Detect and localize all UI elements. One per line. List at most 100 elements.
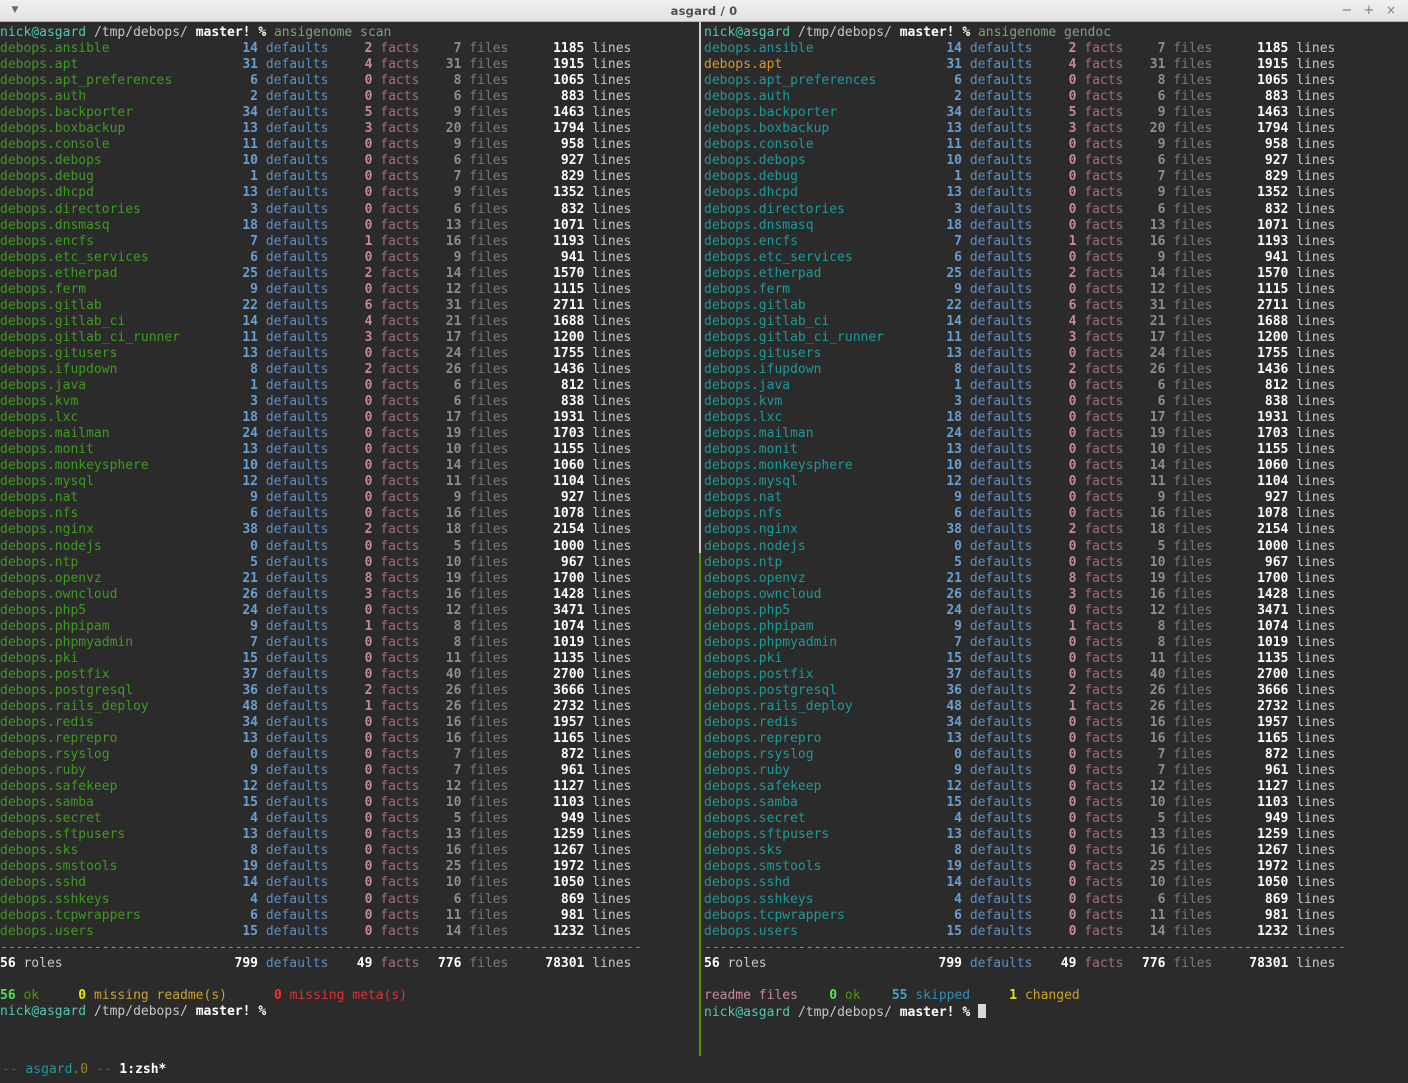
role-row[interactable]: debops.owncloud 26 defaults 3 facts 16 fi… <box>0 587 699 603</box>
role-row[interactable]: debops.apt_preferences 6 defaults 0 facts… <box>704 73 1403 89</box>
role-row[interactable]: debops.secret 4 defaults 0 facts 5 files … <box>704 811 1403 827</box>
role-row[interactable]: debops.rsyslog 0 defaults 0 facts 7 files… <box>704 747 1403 763</box>
role-row[interactable]: debops.etc_services 6 defaults 0 facts 9 … <box>704 250 1403 266</box>
role-row[interactable]: debops.etc_services 6 defaults 0 facts 9 … <box>0 250 699 266</box>
role-row[interactable]: debops.rails_deploy 48 defaults 1 facts 2… <box>704 699 1403 715</box>
role-row[interactable]: debops.sftpusers 13 defaults 0 facts 13 f… <box>0 827 699 843</box>
maximize-button[interactable]: + <box>1358 0 1380 21</box>
role-row[interactable]: debops.rsyslog 0 defaults 0 facts 7 files… <box>0 747 699 763</box>
role-row[interactable]: debops.rails_deploy 48 defaults 1 facts 2… <box>0 699 699 715</box>
close-button[interactable]: × <box>1380 0 1402 21</box>
role-row[interactable]: debops.encfs 7 defaults 1 facts 16 files … <box>0 234 699 250</box>
role-row[interactable]: debops.nginx 38 defaults 2 facts 18 files… <box>0 522 699 538</box>
role-row[interactable]: debops.dhcpd 13 defaults 0 facts 9 files … <box>0 185 699 201</box>
role-row[interactable]: debops.postgresql 36 defaults 2 facts 26 … <box>0 683 699 699</box>
role-row[interactable]: debops.users 15 defaults 0 facts 14 files… <box>0 924 699 940</box>
role-row[interactable]: debops.users 15 defaults 0 facts 14 files… <box>704 924 1403 940</box>
status-window-1[interactable]: 1:zsh* <box>119 1062 166 1077</box>
role-row[interactable]: debops.tcpwrappers 6 defaults 0 facts 11 … <box>0 908 699 924</box>
role-row[interactable]: debops.openvz 21 defaults 8 facts 19 file… <box>0 571 699 587</box>
role-row[interactable]: debops.debug 1 defaults 0 facts 7 files 8… <box>0 169 699 185</box>
role-row[interactable]: debops.gitlab_ci_runner 11 defaults 3 fac… <box>704 330 1403 346</box>
role-row[interactable]: debops.gitlab_ci_runner 11 defaults 3 fac… <box>0 330 699 346</box>
role-row[interactable]: debops.ansible 14 defaults 2 facts 7 file… <box>0 41 699 57</box>
role-row[interactable]: debops.sftpusers 13 defaults 0 facts 13 f… <box>704 827 1403 843</box>
tmux-pane-left[interactable]: nick@asgard /tmp/debops/ master! % ansig… <box>0 22 699 1056</box>
role-row[interactable]: debops.sks 8 defaults 0 facts 16 files 12… <box>0 843 699 859</box>
role-row[interactable]: debops.auth 2 defaults 0 facts 6 files 88… <box>0 89 699 105</box>
role-row[interactable]: debops.kvm 3 defaults 0 facts 6 files 838… <box>704 394 1403 410</box>
role-row[interactable]: debops.console 11 defaults 0 facts 9 file… <box>0 137 699 153</box>
role-row[interactable]: debops.sshd 14 defaults 0 facts 10 files … <box>0 875 699 891</box>
role-row[interactable]: debops.ruby 9 defaults 0 facts 7 files 96… <box>704 763 1403 779</box>
role-row[interactable]: debops.console 11 defaults 0 facts 9 file… <box>704 137 1403 153</box>
role-row[interactable]: debops.pki 15 defaults 0 facts 11 files 1… <box>704 651 1403 667</box>
role-row[interactable]: debops.dhcpd 13 defaults 0 facts 9 files … <box>704 185 1403 201</box>
role-row[interactable]: debops.ferm 9 defaults 0 facts 12 files 1… <box>704 282 1403 298</box>
role-row[interactable]: debops.ifupdown 8 defaults 2 facts 26 fil… <box>704 362 1403 378</box>
role-row[interactable]: debops.lxc 18 defaults 0 facts 17 files 1… <box>0 410 699 426</box>
role-row[interactable]: debops.mysql 12 defaults 0 facts 11 files… <box>0 474 699 490</box>
role-row[interactable]: debops.reprepro 13 defaults 0 facts 16 fi… <box>0 731 699 747</box>
role-row[interactable]: debops.php5 24 defaults 0 facts 12 files … <box>704 603 1403 619</box>
role-row[interactable]: debops.sshkeys 4 defaults 0 facts 6 files… <box>0 892 699 908</box>
role-row[interactable]: debops.backporter 34 defaults 5 facts 9 f… <box>704 105 1403 121</box>
role-row[interactable]: debops.gitlab 22 defaults 6 facts 31 file… <box>704 298 1403 314</box>
role-row[interactable]: debops.redis 34 defaults 0 facts 16 files… <box>704 715 1403 731</box>
role-row[interactable]: debops.nodejs 0 defaults 0 facts 5 files … <box>704 539 1403 555</box>
tmux-pane-right[interactable]: nick@asgard /tmp/debops/ master! % ansig… <box>699 22 1403 1056</box>
minimize-button[interactable]: − <box>1336 0 1358 21</box>
role-row[interactable]: debops.boxbackup 13 defaults 3 facts 20 f… <box>704 121 1403 137</box>
role-row[interactable]: debops.dnsmasq 18 defaults 0 facts 13 fil… <box>704 218 1403 234</box>
role-row[interactable]: debops.monkeysphere 10 defaults 0 facts 1… <box>704 458 1403 474</box>
role-row[interactable]: debops.postfix 37 defaults 0 facts 40 fil… <box>704 667 1403 683</box>
role-row[interactable]: debops.java 1 defaults 0 facts 6 files 81… <box>0 378 699 394</box>
status-session-name[interactable]: asgard <box>25 1062 72 1077</box>
role-row[interactable]: debops.smstools 19 defaults 0 facts 25 fi… <box>0 859 699 875</box>
role-row[interactable]: debops.monit 13 defaults 0 facts 10 files… <box>704 442 1403 458</box>
role-row[interactable]: debops.debops 10 defaults 0 facts 6 files… <box>704 153 1403 169</box>
role-row[interactable]: debops.safekeep 12 defaults 0 facts 12 fi… <box>0 779 699 795</box>
role-row[interactable]: debops.etherpad 25 defaults 2 facts 14 fi… <box>704 266 1403 282</box>
role-row[interactable]: debops.gitlab_ci 14 defaults 4 facts 21 f… <box>704 314 1403 330</box>
role-row[interactable]: debops.owncloud 26 defaults 3 facts 16 fi… <box>704 587 1403 603</box>
role-row[interactable]: debops.encfs 7 defaults 1 facts 16 files … <box>704 234 1403 250</box>
role-row[interactable]: debops.mailman 24 defaults 0 facts 19 fil… <box>0 426 699 442</box>
role-row[interactable]: debops.secret 4 defaults 0 facts 5 files … <box>0 811 699 827</box>
role-row[interactable]: debops.reprepro 13 defaults 0 facts 16 fi… <box>704 731 1403 747</box>
role-row[interactable]: debops.mailman 24 defaults 0 facts 19 fil… <box>704 426 1403 442</box>
role-row[interactable]: debops.nfs 6 defaults 0 facts 16 files 10… <box>0 506 699 522</box>
role-row[interactable]: debops.postfix 37 defaults 0 facts 40 fil… <box>0 667 699 683</box>
role-row[interactable]: debops.debops 10 defaults 0 facts 6 files… <box>0 153 699 169</box>
role-row[interactable]: debops.debug 1 defaults 0 facts 7 files 8… <box>704 169 1403 185</box>
role-row[interactable]: debops.java 1 defaults 0 facts 6 files 81… <box>704 378 1403 394</box>
role-row[interactable]: debops.backporter 34 defaults 5 facts 9 f… <box>0 105 699 121</box>
role-row[interactable]: debops.redis 34 defaults 0 facts 16 files… <box>0 715 699 731</box>
role-row[interactable]: debops.phpmyadmin 7 defaults 0 facts 8 fi… <box>0 635 699 651</box>
role-row[interactable]: debops.pki 15 defaults 0 facts 11 files 1… <box>0 651 699 667</box>
role-row[interactable]: debops.apt 31 defaults 4 facts 31 files 1… <box>704 57 1403 73</box>
role-row[interactable]: debops.nodejs 0 defaults 0 facts 5 files … <box>0 539 699 555</box>
role-row[interactable]: debops.lxc 18 defaults 0 facts 17 files 1… <box>704 410 1403 426</box>
role-row[interactable]: debops.directories 3 defaults 0 facts 6 f… <box>0 202 699 218</box>
role-row[interactable]: debops.phpipam 9 defaults 1 facts 8 files… <box>704 619 1403 635</box>
role-row[interactable]: debops.safekeep 12 defaults 0 facts 12 fi… <box>704 779 1403 795</box>
role-row[interactable]: debops.etherpad 25 defaults 2 facts 14 fi… <box>0 266 699 282</box>
role-row[interactable]: debops.phpipam 9 defaults 1 facts 8 files… <box>0 619 699 635</box>
role-row[interactable]: debops.gitlab 22 defaults 6 facts 31 file… <box>0 298 699 314</box>
role-row[interactable]: debops.sshkeys 4 defaults 0 facts 6 files… <box>704 892 1403 908</box>
role-row[interactable]: debops.samba 15 defaults 0 facts 10 files… <box>704 795 1403 811</box>
role-row[interactable]: debops.mysql 12 defaults 0 facts 11 files… <box>704 474 1403 490</box>
role-row[interactable]: debops.monit 13 defaults 0 facts 10 files… <box>0 442 699 458</box>
role-row[interactable]: debops.nginx 38 defaults 2 facts 18 files… <box>704 522 1403 538</box>
role-row[interactable]: debops.tcpwrappers 6 defaults 0 facts 11 … <box>704 908 1403 924</box>
role-row[interactable]: debops.phpmyadmin 7 defaults 0 facts 8 fi… <box>704 635 1403 651</box>
role-row[interactable]: debops.monkeysphere 10 defaults 0 facts 1… <box>0 458 699 474</box>
role-row[interactable]: debops.nat 9 defaults 0 facts 9 files 927… <box>704 490 1403 506</box>
role-row[interactable]: debops.gitusers 13 defaults 0 facts 24 fi… <box>0 346 699 362</box>
role-row[interactable]: debops.php5 24 defaults 0 facts 12 files … <box>0 603 699 619</box>
terminal-content[interactable]: nick@asgard /tmp/debops/ master! % ansig… <box>0 22 1408 1056</box>
role-row[interactable]: debops.kvm 3 defaults 0 facts 6 files 838… <box>0 394 699 410</box>
tmux-pane-divider[interactable] <box>699 22 701 1056</box>
role-row[interactable]: debops.ntp 5 defaults 0 facts 10 files 96… <box>704 555 1403 571</box>
